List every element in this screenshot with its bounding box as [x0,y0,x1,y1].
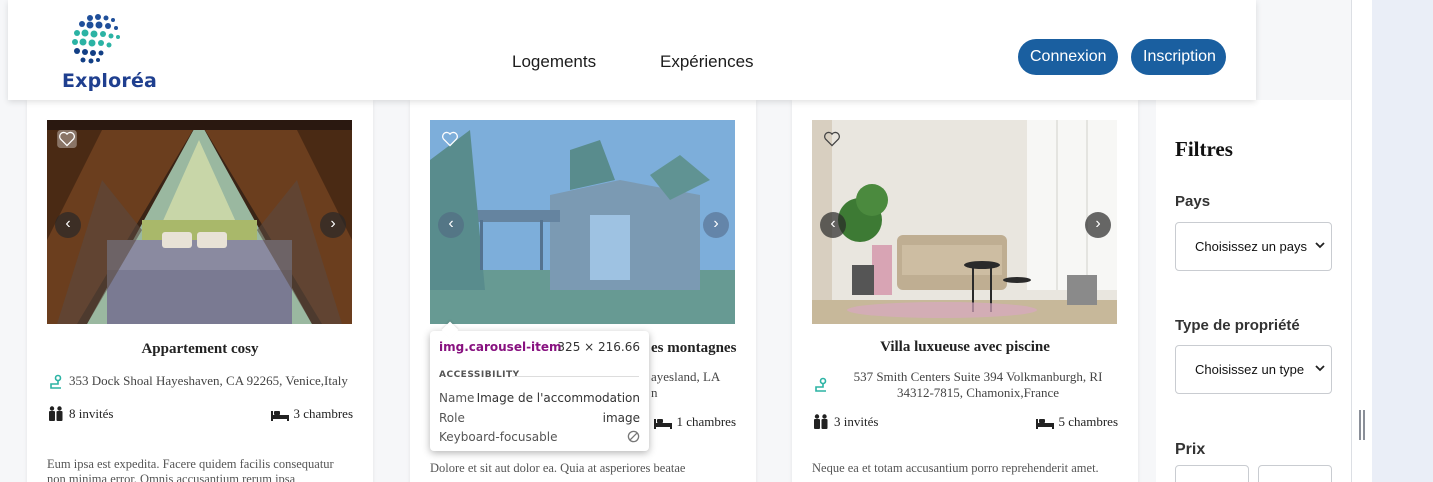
tooltip-name-value: Image de l'accommodation [476,391,640,405]
tooltip-name-label: Name [439,391,475,405]
favorite-heart-icon[interactable] [57,130,77,148]
guests-count: 8 invités [47,406,113,422]
country-label: Pays [1175,193,1211,210]
not-allowed-icon [627,430,640,443]
guests-icon [814,414,828,429]
card-description: Eum ipsa est expedita. Facere quidem fac… [47,457,334,482]
tooltip-size: 325 × 216.66 [557,340,640,354]
image-carousel: ‹ › [47,120,352,324]
devtools-gutter [1372,0,1433,482]
favorite-heart-icon[interactable] [822,130,842,148]
nav-experiences-link[interactable]: Expériences [660,52,754,72]
chevron-down-icon [1315,365,1325,372]
card-title: Villa luxueuse avec piscine [880,339,1050,355]
page: Exploréa Logements Expériences Connexion… [0,0,1352,482]
favorite-heart-icon[interactable] [440,130,460,148]
tooltip-section-title: ACCESSIBILITY [439,370,520,380]
globe-logo-icon [72,14,120,64]
card-address: 353 Dock Shoal Hayeshaven, CA 92265, Ven… [47,373,357,393]
price-label: Prix [1175,441,1206,458]
bed-icon [654,419,673,429]
site-header: Exploréa Logements Expériences Connexion… [8,0,1256,100]
signup-button[interactable]: Inscription [1131,39,1226,75]
filters-panel: Filtres Pays Choisissez un pays Type de … [1156,100,1351,482]
devtools-inspect-tooltip: img.carousel-item 325 × 216.66 ACCESSIBI… [430,331,649,451]
card-meta: 3 invités 5 chambres [812,414,1118,432]
resize-handle[interactable] [1359,410,1365,440]
carousel-next-arrow-icon[interactable]: › [1085,212,1111,238]
card-meta: 8 invités 3 chambres [47,406,353,424]
card-address-line2: n [651,385,658,400]
carousel-next-arrow-icon[interactable]: › [320,212,346,238]
tooltip-role-label: Role [439,411,465,425]
chevron-down-icon [1315,242,1325,249]
guests-icon [49,406,63,421]
accommodation-card[interactable]: ‹ › Appartement cosy 353 Dock Shoal Haye… [27,100,373,482]
tooltip-selector: img.carousel-item [439,340,562,354]
tooltip-divider [512,376,639,377]
login-button[interactable]: Connexion [1018,39,1118,75]
card-address: ayesland, LA [651,369,721,384]
filters-title: Filtres [1175,137,1233,161]
property-type-label: Type de propriété [1175,317,1300,334]
carousel-prev-arrow-icon[interactable]: ‹ [820,212,846,238]
accommodation-image [47,120,352,324]
card-description: Neque ea et totam accusantium porro repr… [812,461,1099,475]
bed-icon [1036,419,1055,429]
devtools-element-highlight [430,120,735,324]
tooltip-role-value: image [602,411,640,425]
brand-name: Exploréa [62,70,158,92]
tooltip-focusable-label: Keyboard-focusable [439,430,558,444]
bedrooms-count: 3 chambres [271,406,353,422]
card-title: Appartement cosy [141,341,259,357]
price-max-input[interactable] [1258,465,1332,482]
nav-logements-link[interactable]: Logements [512,52,596,72]
property-type-select[interactable]: Choisissez un type [1175,345,1332,394]
bed-icon [271,411,290,421]
card-address: 537 Smith Centers Suite 394 Volkmanburgh… [812,369,1122,403]
card-description: Dolore et sit aut dolor ea. Quia at aspe… [430,461,686,475]
country-select[interactable]: Choisissez un pays [1175,222,1332,271]
location-pin-icon [815,377,827,392]
image-carousel: ‹ › [430,120,735,324]
carousel-prev-arrow-icon[interactable]: ‹ [438,212,464,238]
image-carousel: ‹ › [812,120,1117,324]
guests-count: 3 invités [812,414,878,430]
location-pin-icon [50,374,62,389]
bedrooms-count: 5 chambres [1036,414,1118,430]
carousel-prev-arrow-icon[interactable]: ‹ [55,212,81,238]
bedrooms-count: 1 chambres [654,414,736,430]
carousel-next-arrow-icon[interactable]: › [703,212,729,238]
price-min-input[interactable] [1175,465,1249,482]
accommodation-card[interactable]: ‹ › Villa luxueuse avec piscine 537 Smit… [792,100,1138,482]
accommodation-image [812,120,1117,324]
card-title: es montagnes [651,340,737,356]
